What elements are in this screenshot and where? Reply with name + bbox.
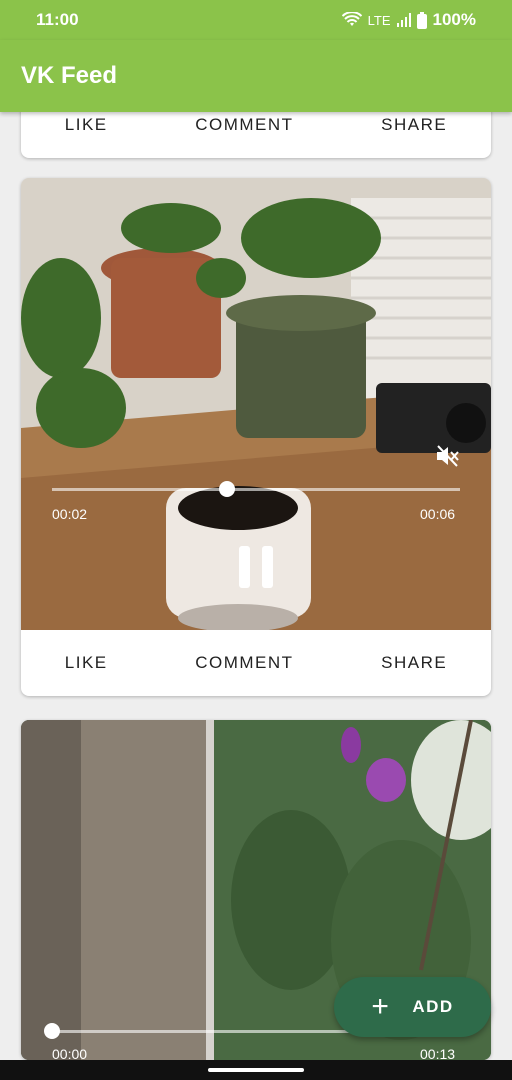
add-button[interactable]: + ADD: [334, 977, 491, 1037]
status-time: 11:00: [36, 10, 79, 29]
comment-button[interactable]: COMMENT: [183, 645, 305, 681]
post-card: LIKE COMMENT SHARE: [21, 112, 491, 158]
add-button-label: ADD: [412, 997, 454, 1016]
app-bar: VK Feed: [0, 40, 512, 112]
video-elapsed: 00:00: [52, 1046, 88, 1060]
mute-icon[interactable]: [435, 444, 461, 468]
video-progress-knob[interactable]: [44, 1023, 60, 1039]
post-card: 00:02 00:06 LIKE COMMENT SHARE: [21, 178, 491, 696]
video-progress-track[interactable]: [52, 488, 460, 491]
wifi-icon: [341, 12, 362, 26]
post-actions: LIKE COMMENT SHARE: [21, 630, 491, 696]
comment-button[interactable]: COMMENT: [183, 112, 305, 143]
post-actions: LIKE COMMENT SHARE: [21, 112, 491, 158]
battery-level: 100%: [432, 10, 476, 29]
battery-icon: [416, 11, 427, 29]
status-bar: 11:00 LTE 100%: [0, 0, 512, 40]
like-button[interactable]: LIKE: [53, 112, 120, 143]
video-duration: 00:13: [420, 1046, 456, 1060]
home-handle[interactable]: [208, 1068, 304, 1072]
video-duration: 00:06: [420, 506, 456, 522]
plus-icon: +: [371, 990, 391, 1023]
video-player[interactable]: 00:02 00:06: [21, 178, 491, 630]
status-icons: LTE 100%: [341, 10, 476, 30]
share-button[interactable]: SHARE: [369, 112, 459, 143]
app-title: VK Feed: [21, 62, 118, 89]
like-button[interactable]: LIKE: [53, 645, 120, 681]
signal-icon: [396, 13, 411, 27]
feed[interactable]: LIKE COMMENT SHARE 00:02 00:06 LIKE COMM…: [0, 112, 512, 1060]
video-elapsed: 00:02: [52, 506, 88, 522]
network-type: LTE: [367, 12, 391, 28]
system-nav-bar: [0, 1060, 512, 1080]
share-button[interactable]: SHARE: [369, 645, 459, 681]
pause-icon[interactable]: [236, 544, 276, 590]
